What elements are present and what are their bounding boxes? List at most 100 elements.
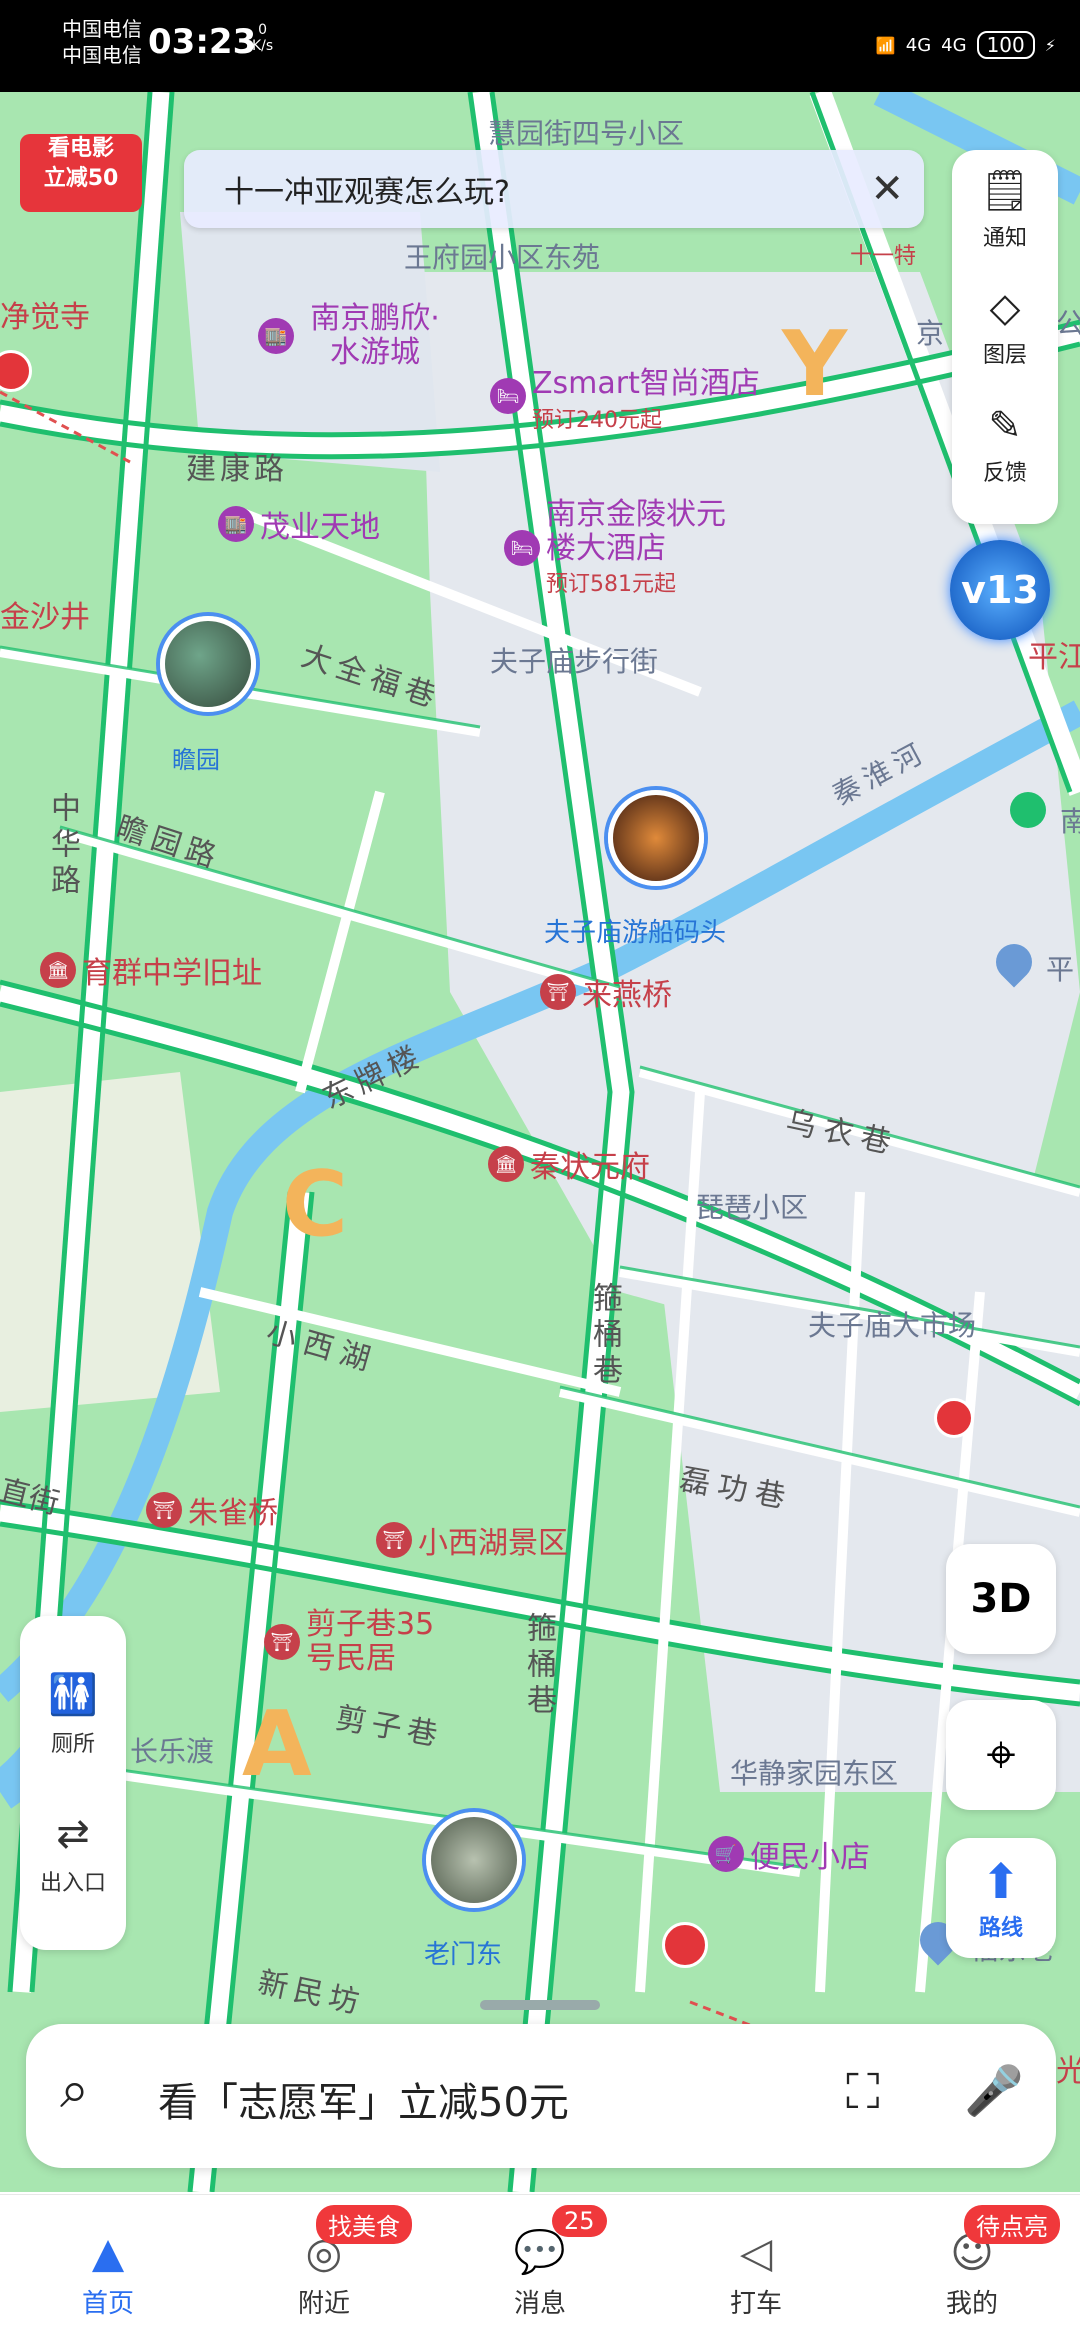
area-label: 公 (1056, 307, 1080, 340)
poi-label-laomendong: 老门东 (424, 1940, 503, 1970)
3d-button[interactable]: 3D (946, 1544, 1056, 1654)
scan-icon[interactable]: ⛶ (846, 2064, 880, 2121)
landmark-pin-icon: 🏛 (40, 952, 76, 988)
charging-icon: ⚡ (1044, 35, 1056, 55)
poi-label-zhanyuan: 瞻园 (172, 746, 220, 774)
taxi-icon: ◁ (739, 2228, 773, 2277)
poi-qinzhuangyuan[interactable]: 🏛 秦状元府 (488, 1142, 650, 1186)
area-label: 琵琶小区 (696, 1191, 809, 1224)
route-button[interactable]: ⬆ 路线 (946, 1838, 1056, 1958)
drag-handle[interactable] (480, 2000, 600, 2010)
area-label: 夫子庙步行街 (490, 645, 659, 678)
landmark-pin-icon: 🏛 (488, 1146, 524, 1182)
hotel-pin-icon: 🛏 (490, 378, 526, 414)
toilet-icon: 🚻 (48, 1671, 98, 1718)
tab-mine[interactable]: 待点亮 ☺ 我的 (864, 2195, 1080, 2332)
signal-icon: 4G (941, 34, 967, 56)
poi-xiaoxihu[interactable]: ⛩ 小西湖景区 (376, 1518, 568, 1562)
poi-hot-special[interactable]: 十一特 (850, 238, 916, 270)
signal-icon: 4G (905, 34, 932, 56)
scenic-pin-icon: ⛩ (146, 1492, 182, 1528)
street-label: 中华路 (45, 792, 80, 900)
feedback-button[interactable]: ✎ 反馈 (952, 386, 1058, 504)
suggestion-text: 十一冲亚观赛怎么玩? (224, 175, 510, 210)
entrance-button[interactable]: ⇄ 出入口 (20, 1784, 126, 1924)
close-icon[interactable]: ✕ (870, 166, 904, 212)
poi-pengxin[interactable]: 🏬 南京鹏欣·水游城 (258, 302, 450, 370)
map-decoration-letter: Y (782, 312, 848, 417)
area-label: 净觉寺 (0, 300, 90, 335)
poi-laiyan[interactable]: ⛩ 来燕桥 (540, 970, 672, 1014)
area-label: 王府园小区东苑 (404, 241, 601, 274)
shopping-pin-icon: 🏬 (218, 506, 254, 542)
area-label: 平 (1046, 953, 1075, 986)
microphone-icon[interactable]: 🎤 (964, 2062, 1024, 2119)
message-icon: 💬 (513, 2227, 567, 2276)
street-label: 箍桶巷 (521, 1612, 556, 1720)
layers-button[interactable]: ◇ 图层 (952, 268, 1058, 386)
map-decoration-letter: A (242, 1692, 312, 1797)
scenic-pin-icon: ⛩ (264, 1624, 300, 1660)
area-label: 慧园街四号小区 (488, 117, 685, 150)
bottom-tab-bar: ▲ 首页 找美食 ◎ 附近 25 💬 消息 ◁ 打车 待点亮 ☺ 我的 (0, 2194, 1080, 2332)
navigation-arrow-icon: ▲ (91, 2228, 125, 2277)
traffic-light-icon (934, 1398, 974, 1438)
pen-icon: ✎ (988, 403, 1022, 449)
map-decoration-letter: C (282, 1152, 349, 1257)
street-label: 建康路 (186, 452, 288, 487)
scenic-pin-icon: ⛩ (376, 1522, 412, 1558)
search-bar[interactable]: ⌕ 看「志愿军」立减50元 ⛶ 🎤 (26, 2024, 1056, 2168)
poi-label-youchuan: 夫子庙游船码头 (544, 918, 727, 948)
area-label: 金沙井 (0, 600, 90, 635)
notification-icon: 🗒 (979, 167, 1031, 214)
tab-messages[interactable]: 25 💬 消息 (432, 2195, 648, 2332)
locate-button[interactable]: ⌖ (946, 1700, 1056, 1810)
status-icons: 📶 4G 4G 100 ⚡ (876, 20, 1056, 70)
poi-yuqun[interactable]: 🏛 育群中学旧址 (40, 948, 262, 992)
area-label: 华静家园东区 (730, 1757, 899, 1790)
facility-panel: 🚻 厕所 ⇄ 出入口 (20, 1616, 126, 1950)
map-canvas[interactable]: Y C A 慧园街四号小区 王府园小区东苑 净觉寺 建康路 金沙井 大全福巷 夫… (0, 92, 1080, 2192)
street-label: 箍桶巷 (587, 1282, 622, 1390)
hotel-pin-icon: 🛏 (504, 530, 540, 566)
status-bar: 中国电信 中国电信 03:23 0 K/s 📶 4G 4G 100 ⚡ (0, 0, 1080, 92)
battery-indicator: 100 (976, 31, 1035, 59)
suggestion-banner[interactable]: 十一冲亚观赛怎么玩? ✕ (184, 150, 924, 228)
shop-cart-pin-icon: 🛒 (708, 1836, 744, 1872)
vip-level-badge[interactable]: v13 (950, 540, 1050, 640)
poi-zsmart[interactable]: 🛏 Zsmart智尚酒店 预订240元起 (490, 358, 760, 434)
clock: 03:23 (148, 22, 257, 62)
tab-taxi[interactable]: ◁ 打车 (648, 2195, 864, 2332)
area-label: 光 (1056, 2054, 1080, 2089)
poi-photo-youchuan[interactable] (608, 790, 704, 886)
tab-home[interactable]: ▲ 首页 (0, 2195, 216, 2332)
poi-photo-zhanyuan[interactable] (160, 616, 256, 712)
toilet-button[interactable]: 🚻 厕所 (20, 1644, 126, 1784)
poi-maoye[interactable]: 🏬 茂业天地 (218, 502, 380, 546)
layers-icon: ◇ (989, 285, 1021, 331)
movie-promo-badge[interactable]: 看电影 立减50 (20, 134, 142, 212)
search-icon: ⌕ (60, 2060, 90, 2120)
network-speed: 0 K/s (252, 22, 274, 54)
route-arrow-icon: ⬆ (980, 1854, 1022, 1910)
notify-button[interactable]: 🗒 通知 (952, 150, 1058, 268)
nearby-badge: 找美食 (316, 2205, 412, 2244)
area-label: 平江 (1028, 640, 1080, 675)
area-label: 夫子庙大市场 (808, 1309, 977, 1342)
poi-photo-laomendong[interactable] (426, 1812, 522, 1908)
scenic-pin-icon: ⛩ (540, 974, 576, 1010)
shopping-pin-icon: 🏬 (258, 318, 294, 354)
poi-jianzi35[interactable]: ⛩ 剪子巷35号民居 (264, 1608, 456, 1676)
messages-badge: 25 (552, 2205, 607, 2237)
map-tools-panel: 🗒 通知 ◇ 图层 ✎ 反馈 (952, 150, 1058, 524)
no-entry-icon (662, 1922, 708, 1968)
carrier-labels: 中国电信 中国电信 (62, 17, 142, 67)
tab-nearby[interactable]: 找美食 ◎ 附近 (216, 2195, 432, 2332)
crosshair-icon: ⌖ (986, 1724, 1016, 1785)
area-label: 京 (916, 317, 945, 350)
poi-bianmin[interactable]: 🛒 便民小店 (708, 1832, 870, 1876)
search-input[interactable]: 看「志愿军」立减50元 (158, 2070, 569, 2128)
poi-jinling[interactable]: 🛏 南京金陵状元楼大酒店 预订581元起 (504, 498, 726, 598)
wifi-icon: 📶 (875, 35, 896, 55)
poi-zhuque[interactable]: ⛩ 朱雀桥 (146, 1488, 278, 1532)
